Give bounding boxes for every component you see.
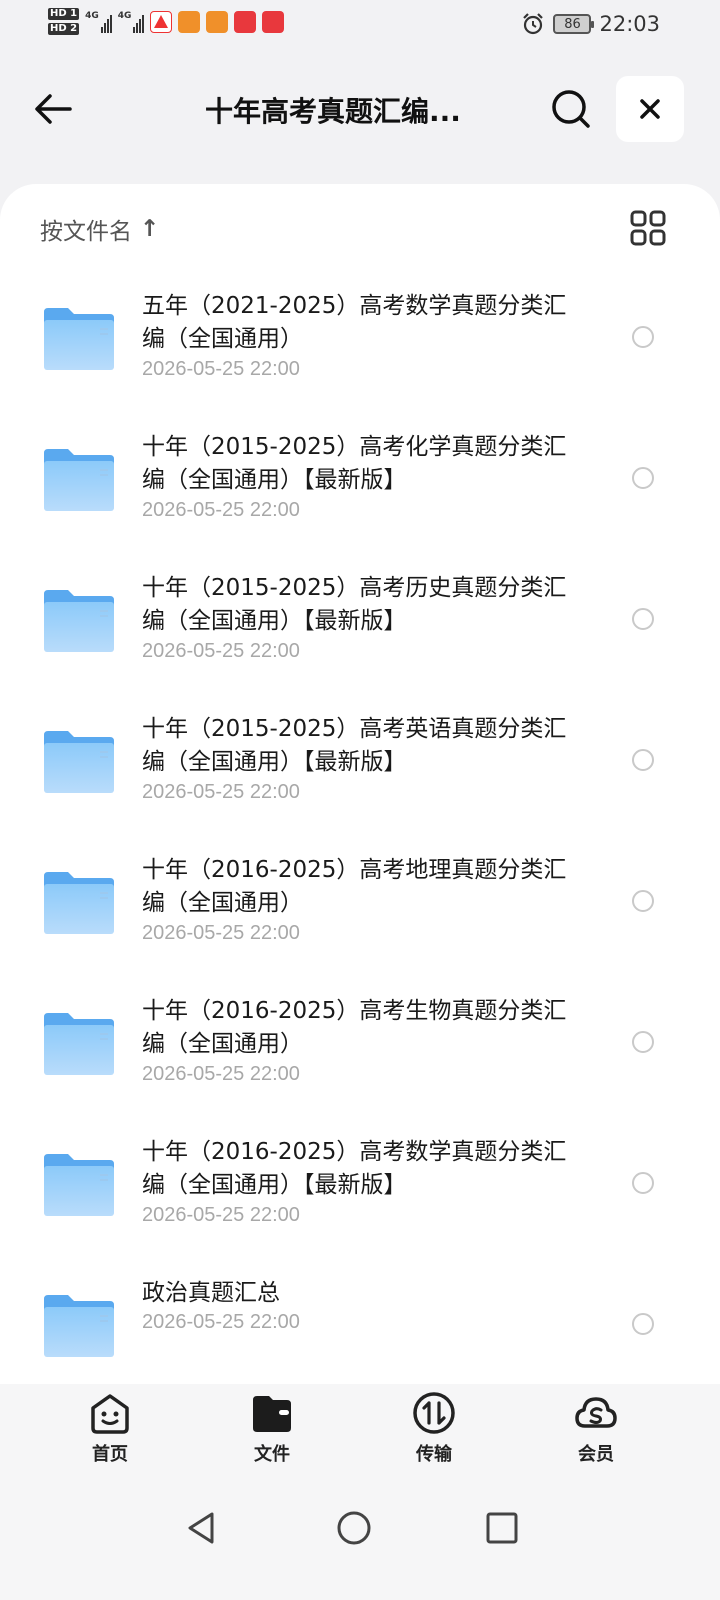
nav-vip[interactable]: 会员	[546, 1390, 646, 1466]
file-list-item[interactable]: 十年（2016-2025）高考地理真题分类汇编（全国通用） 2026-05-25…	[0, 836, 720, 977]
file-date: 2026-05-25 22:00	[142, 781, 300, 803]
app-notification-icon	[178, 10, 201, 33]
search-icon	[552, 90, 590, 128]
signal-1-icon: 4G	[85, 11, 112, 33]
search-button[interactable]	[548, 86, 594, 132]
status-bar: HD 1 HD 2 4G 4G 86 22:03	[0, 0, 720, 52]
file-date: 2026-05-25 22:00	[142, 1311, 300, 1333]
system-recents-button[interactable]	[480, 1506, 524, 1550]
circle-home-icon	[337, 1511, 371, 1545]
close-button[interactable]	[616, 76, 684, 142]
folder-icon	[44, 449, 114, 511]
file-name: 政治真题汇总	[142, 1280, 280, 1306]
app-notification-icon	[206, 10, 229, 33]
folder-icon	[44, 1013, 114, 1075]
file-list-item[interactable]: 十年（2015-2025）高考历史真题分类汇编（全国通用）【最新版】 2026-…	[0, 554, 720, 695]
sort-arrow-icon: ↑	[140, 216, 160, 242]
grid-view-button[interactable]	[628, 208, 668, 248]
folder-icon	[44, 590, 114, 652]
folder-icon	[44, 731, 114, 793]
bottom-nav: 首页 文件 传输 会员	[0, 1384, 720, 1480]
file-date: 2026-05-25 22:00	[142, 640, 300, 662]
select-radio[interactable]	[632, 608, 654, 630]
folder-icon	[44, 1295, 114, 1357]
select-radio[interactable]	[632, 749, 654, 771]
file-list-item[interactable]: 五年（2021-2025）高考数学真题分类汇编（全国通用） 2026-05-25…	[0, 272, 720, 413]
select-radio[interactable]	[632, 326, 654, 348]
sort-label: 按文件名	[40, 219, 132, 245]
file-name: 十年（2015-2025）高考化学真题分类汇编（全国通用）【最新版】	[142, 434, 567, 493]
folder-icon	[44, 308, 114, 370]
nav-files[interactable]: 文件	[222, 1390, 322, 1466]
sort-by-filename-button[interactable]: 按文件名 ↑	[40, 212, 159, 246]
file-date: 2026-05-25 22:00	[142, 499, 300, 521]
file-date: 2026-05-25 22:00	[142, 1204, 300, 1226]
app-notification-icon	[234, 10, 257, 33]
hd2-badge: HD 2	[48, 23, 80, 35]
square-recents-icon	[486, 1512, 518, 1544]
file-date: 2026-05-25 22:00	[142, 358, 300, 380]
transfer-icon	[413, 1392, 455, 1434]
file-date: 2026-05-25 22:00	[142, 1063, 300, 1085]
file-name: 十年（2016-2025）高考地理真题分类汇编（全国通用）	[142, 857, 567, 916]
file-name: 十年（2016-2025）高考生物真题分类汇编（全国通用）	[142, 998, 567, 1057]
page-title: 十年高考真题汇编...	[205, 95, 461, 128]
system-home-button[interactable]	[332, 1506, 376, 1550]
select-radio[interactable]	[632, 1313, 654, 1335]
top-app-bar: 十年高考真题汇编...	[0, 70, 720, 150]
file-name: 五年（2021-2025）高考数学真题分类汇编（全国通用）	[142, 293, 567, 352]
file-list-item[interactable]: 十年（2016-2025）高考数学真题分类汇编（全国通用）【最新版】 2026-…	[0, 1118, 720, 1259]
back-arrow-icon	[35, 94, 72, 124]
nav-home[interactable]: 首页	[60, 1390, 160, 1466]
select-radio[interactable]	[632, 467, 654, 489]
folder-icon	[44, 872, 114, 934]
nav-transfer[interactable]: 传输	[384, 1390, 484, 1466]
hd1-badge: HD 1	[48, 8, 80, 20]
nav-files-label: 文件	[254, 1444, 290, 1465]
system-nav-bar	[0, 1480, 720, 1600]
select-radio[interactable]	[632, 890, 654, 912]
file-list-card: 按文件名 ↑ 五年（2021-2025）高考数学真题分类汇编（全国通用） 202…	[0, 184, 720, 1512]
file-name: 十年（2015-2025）高考英语真题分类汇编（全国通用）【最新版】	[142, 716, 567, 775]
folder-wallet-icon	[253, 1396, 291, 1432]
app-notification-icon	[262, 10, 285, 33]
file-list-item[interactable]: 政治真题汇总 2026-05-25 22:00	[0, 1259, 720, 1400]
battery-icon: 86	[553, 14, 595, 34]
nav-vip-label: 会员	[578, 1444, 614, 1465]
nav-home-label: 首页	[92, 1444, 128, 1465]
file-list-item[interactable]: 十年（2015-2025）高考英语真题分类汇编（全国通用）【最新版】 2026-…	[0, 695, 720, 836]
close-icon	[640, 99, 660, 119]
file-date: 2026-05-25 22:00	[142, 922, 300, 944]
grid-view-icon	[630, 210, 666, 246]
home-face-icon	[91, 1394, 129, 1434]
nav-transfer-label: 传输	[416, 1444, 452, 1465]
system-back-button[interactable]	[180, 1506, 224, 1550]
select-radio[interactable]	[632, 1172, 654, 1194]
app-notification-icon	[150, 10, 173, 33]
triangle-back-icon	[188, 1512, 214, 1544]
file-list-item[interactable]: 十年（2016-2025）高考生物真题分类汇编（全国通用） 2026-05-25…	[0, 977, 720, 1118]
file-name: 十年（2016-2025）高考数学真题分类汇编（全国通用）【最新版】	[142, 1139, 567, 1198]
select-radio[interactable]	[632, 1031, 654, 1053]
file-list-item[interactable]: 十年（2015-2025）高考化学真题分类汇编（全国通用）【最新版】 2026-…	[0, 413, 720, 554]
clock: 22:03	[599, 12, 660, 36]
folder-icon	[44, 1154, 114, 1216]
signal-2-icon: 4G	[118, 11, 145, 33]
alarm-icon	[523, 13, 544, 35]
back-button[interactable]	[30, 86, 76, 132]
file-list: 五年（2021-2025）高考数学真题分类汇编（全国通用） 2026-05-25…	[0, 272, 720, 1400]
vip-cloud-icon	[575, 1397, 617, 1428]
file-name: 十年（2015-2025）高考历史真题分类汇编（全国通用）【最新版】	[142, 575, 567, 634]
